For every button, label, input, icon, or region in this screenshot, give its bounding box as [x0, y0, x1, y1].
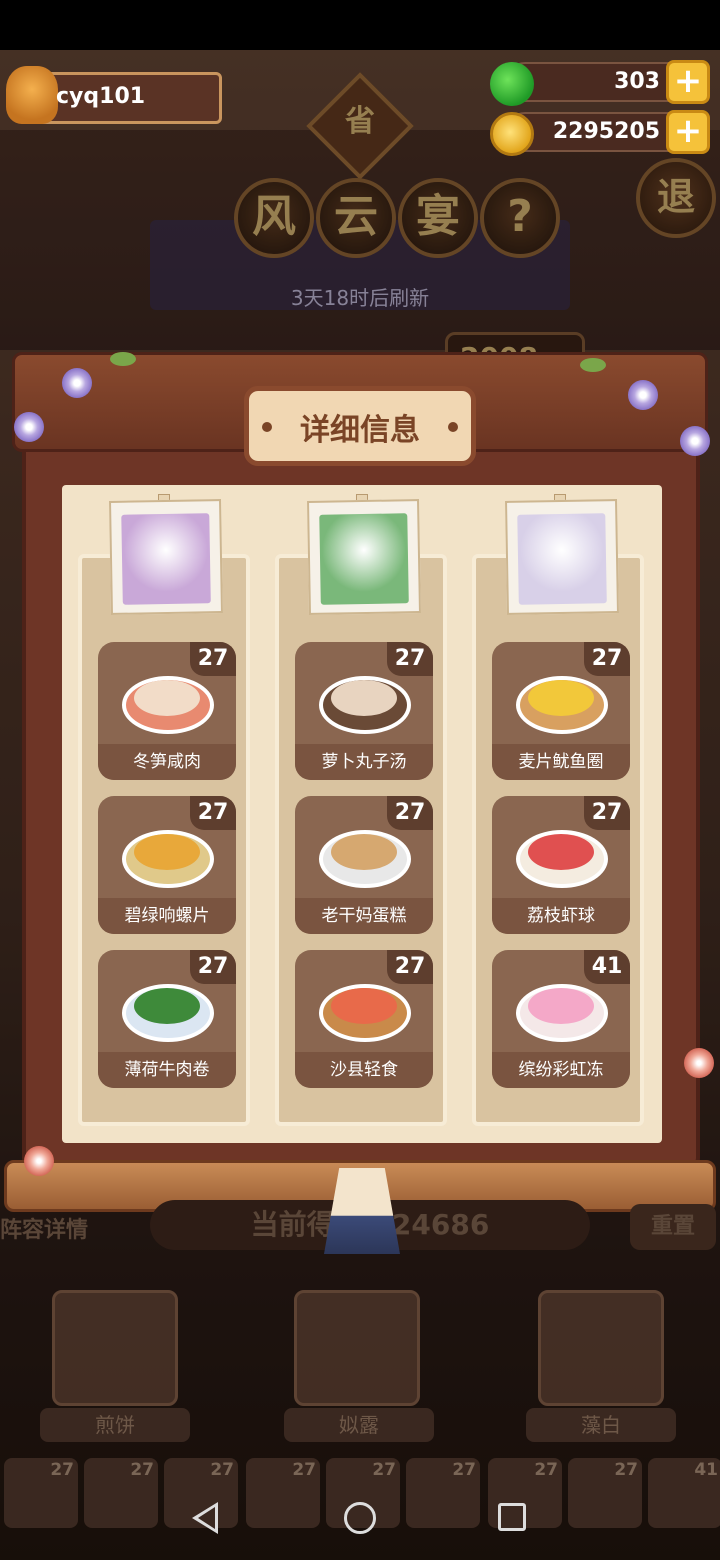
dish-card[interactable]: 27 沙县轻食 — [295, 950, 433, 1088]
dish-name: 老干妈蛋糕 — [295, 898, 433, 934]
mini-dish-level: 27 — [50, 1460, 74, 1480]
chef-portrait-3[interactable] — [505, 499, 619, 615]
chef-card-3[interactable] — [538, 1290, 664, 1406]
dish-card[interactable]: 27 萝卜丸子汤 — [295, 642, 433, 780]
flower-icon — [14, 412, 44, 442]
dish-name: 缤纷彩虹冻 — [492, 1052, 630, 1088]
dish-food-icon — [528, 988, 594, 1024]
chef-card-1[interactable] — [52, 1290, 178, 1406]
dish-level: 41 — [584, 950, 630, 984]
leaf-icon — [580, 358, 606, 372]
coin-icon — [490, 112, 534, 156]
dish-card[interactable]: 27 冬笋咸肉 — [98, 642, 236, 780]
flower-icon — [684, 1048, 714, 1078]
mini-dish-level: 27 — [130, 1460, 154, 1480]
chef-name-2: 姒露 — [284, 1408, 434, 1442]
dish-card[interactable]: 41 缤纷彩虹冻 — [492, 950, 630, 1088]
dish-food-icon — [134, 680, 200, 716]
chef-name-3: 藻白 — [526, 1408, 676, 1442]
dish-level: 27 — [387, 950, 433, 984]
dish-card[interactable]: 27 麦片鱿鱼圈 — [492, 642, 630, 780]
dish-name: 薄荷牛肉卷 — [98, 1052, 236, 1088]
dish-card[interactable]: 27 碧绿响螺片 — [98, 796, 236, 934]
add-coins-button[interactable]: + — [666, 110, 710, 154]
chef-portrait-2[interactable] — [307, 499, 421, 615]
mini-dish-level: 27 — [210, 1460, 234, 1480]
flower-icon — [628, 380, 658, 410]
nav-home-icon[interactable] — [344, 1502, 376, 1534]
dish-level: 27 — [387, 796, 433, 830]
dish-name: 萝卜丸子汤 — [295, 744, 433, 780]
mini-dish-level: 41 — [694, 1460, 718, 1480]
dish-name: 麦片鱿鱼圈 — [492, 744, 630, 780]
mini-dish-level: 27 — [614, 1460, 638, 1480]
mini-dish-level: 27 — [372, 1460, 396, 1480]
chef-name-1: 煎饼 — [40, 1408, 190, 1442]
dish-level: 27 — [584, 796, 630, 830]
player-avatar-icon[interactable] — [6, 66, 58, 124]
dish-level: 27 — [190, 642, 236, 676]
dish-card[interactable]: 27 老干妈蛋糕 — [295, 796, 433, 934]
reset-button[interactable]: 重置 — [630, 1204, 716, 1250]
dish-food-icon — [331, 680, 397, 716]
chef-avatar — [121, 513, 211, 605]
chef-avatar — [319, 513, 409, 605]
dish-level: 27 — [584, 642, 630, 676]
nav-recent-icon[interactable] — [498, 1503, 526, 1531]
lineup-details-label[interactable]: 阵容详情 — [0, 1212, 88, 1244]
dish-card[interactable]: 27 荔枝虾球 — [492, 796, 630, 934]
dish-level: 27 — [387, 642, 433, 676]
dish-food-icon — [331, 834, 397, 870]
dish-card[interactable]: 27 薄荷牛肉卷 — [98, 950, 236, 1088]
apple-icon — [490, 62, 534, 106]
dish-level: 27 — [190, 796, 236, 830]
dish-food-icon — [134, 988, 200, 1024]
chef-avatar — [517, 513, 607, 605]
chef-portrait-1[interactable] — [109, 499, 223, 615]
dish-level: 27 — [190, 950, 236, 984]
flower-icon — [24, 1146, 54, 1176]
chef-card-2[interactable] — [294, 1290, 420, 1406]
dish-food-icon — [134, 834, 200, 870]
nav-back-icon[interactable] — [192, 1502, 218, 1534]
coin-count: 2295205 — [552, 119, 660, 144]
flower-icon — [62, 368, 92, 398]
add-apples-button[interactable]: + — [666, 60, 710, 104]
dish-food-icon — [331, 988, 397, 1024]
status-bar — [0, 0, 720, 50]
dish-food-icon — [528, 680, 594, 716]
apple-count: 303 — [614, 69, 660, 94]
modal-title: 详细信息 — [300, 413, 420, 448]
dish-name: 沙县轻食 — [295, 1052, 433, 1088]
leaf-icon — [110, 352, 136, 366]
dish-food-icon — [528, 834, 594, 870]
mini-dish-level: 27 — [534, 1460, 558, 1480]
mini-dish-level: 27 — [292, 1460, 316, 1480]
dish-name: 荔枝虾球 — [492, 898, 630, 934]
player-name: cyq101 — [56, 84, 146, 109]
flower-icon — [680, 426, 710, 456]
mini-dish-level: 27 — [452, 1460, 476, 1480]
dish-name: 冬笋咸肉 — [98, 744, 236, 780]
dish-name: 碧绿响螺片 — [98, 898, 236, 934]
